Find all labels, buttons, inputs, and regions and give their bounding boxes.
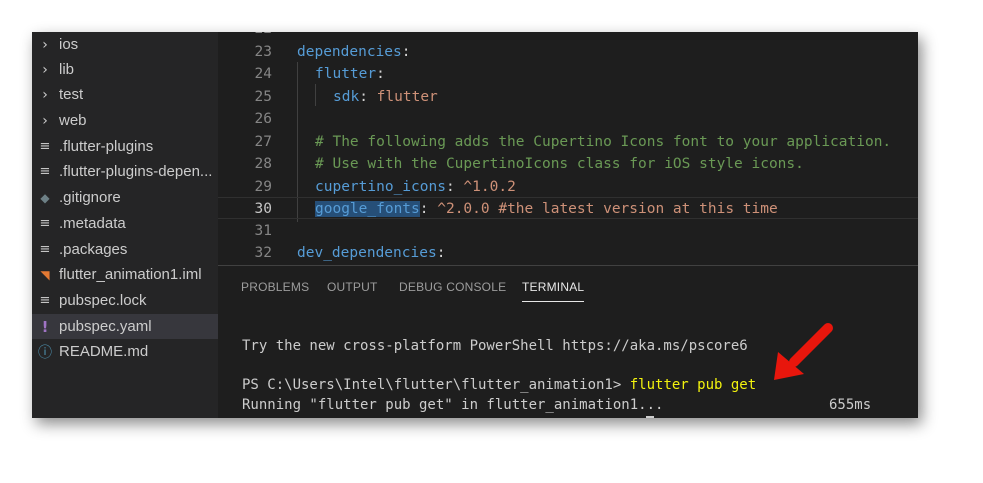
exclamation-icon: ! [41, 317, 49, 336]
red-arrow-annotation [774, 323, 833, 380]
tab-output[interactable]: OUTPUT [327, 280, 378, 294]
lines-file-icon: ≡ [39, 139, 51, 154]
code-line: 32 dev_dependencies: [218, 242, 918, 264]
yaml-punct: : [401, 44, 411, 60]
line-number: 32 [254, 245, 272, 261]
terminal-line: Try the new cross-platform PowerShell ht… [242, 338, 748, 354]
explorer-item-readme[interactable]: ⓘ README.md [32, 339, 218, 364]
explorer-item-pubspec-lock[interactable]: ≡ pubspec.lock [32, 288, 218, 313]
chevron-right-icon: › [42, 112, 48, 129]
current-code-line: 30 google_fonts: ^2.0.0 #the latest versi… [218, 197, 918, 219]
explorer-item-label: flutter_animation1.iml [59, 266, 202, 283]
line-number: 24 [254, 66, 272, 82]
yaml-key: cupertino_icons [315, 179, 446, 195]
info-icon: ⓘ [38, 344, 52, 361]
code-line: 24 flutter: [218, 63, 918, 85]
line-number: 23 [254, 44, 272, 60]
explorer-item-label: web [59, 112, 87, 129]
code-line: 27 # The following adds the Cupertino Ico… [218, 131, 918, 153]
yaml-value: flutter [376, 89, 438, 105]
yaml-punct: : [376, 66, 385, 82]
explorer-item-ios[interactable]: › ios [32, 32, 218, 57]
rss-icon: ◥ [40, 267, 50, 282]
code-line: 31 [218, 220, 918, 242]
terminal-timing: 655ms [829, 397, 872, 413]
yaml-comment: # Use with the CupertinoIcons class for … [315, 156, 804, 172]
chevron-right-icon: › [42, 36, 48, 53]
explorer-item-flutter-plugins-dependencies[interactable]: ≡ .flutter-plugins-depen... [32, 159, 218, 184]
terminal-prompt: PS C:\Users\Intel\flutter\flutter_animat… [242, 377, 630, 393]
yaml-key-selected: google_fonts [315, 201, 420, 217]
explorer-item-label: .flutter-plugins-depen... [59, 163, 213, 180]
terminal-prompt-line: PS C:\Users\Intel\flutter\flutter_animat… [242, 377, 756, 393]
explorer-item-label: .flutter-plugins [59, 138, 154, 155]
explorer-item-label: test [59, 86, 84, 103]
tab-debug-console[interactable]: DEBUG CONSOLE [399, 280, 506, 294]
explorer-item-label: .packages [59, 241, 128, 258]
explorer-item-iml[interactable]: ◥ flutter_animation1.iml [32, 262, 218, 287]
tab-terminal[interactable]: TERMINAL [522, 280, 585, 302]
terminal-output: Running "flutter pub get" in flutter_ani… [242, 397, 664, 413]
explorer-item-label: README.md [59, 343, 149, 360]
line-number: 27 [254, 134, 272, 150]
line-number: 22 [240, 32, 272, 40]
yaml-punct: : [359, 89, 377, 105]
code-line: 25 sdk: flutter [218, 86, 918, 108]
explorer-item-label: lib [59, 61, 75, 78]
yaml-key: sdk [333, 89, 360, 105]
terminal-cursor [646, 416, 654, 418]
code-line: 23 dependencies: [218, 41, 918, 63]
code-line: 22 [218, 32, 918, 40]
explorer-item-packages[interactable]: ≡ .packages [32, 237, 218, 262]
code-line: 29 cupertino_icons: ^1.0.2 [218, 176, 918, 198]
explorer-item-label: .metadata [59, 215, 126, 232]
yaml-punct: : [445, 179, 464, 195]
yaml-key: dependencies [297, 44, 402, 60]
explorer-item-metadata[interactable]: ≡ .metadata [32, 211, 218, 236]
explorer-sidebar: › ios › lib › test › web ≡ .flutter-plugins ≡… [32, 32, 218, 418]
explorer-item-label: .gitignore [59, 189, 121, 206]
yaml-value: ^1.0.2 [463, 179, 516, 195]
terminal-command: flutter pub get [629, 377, 757, 393]
tab-problems[interactable]: PROBLEMS [241, 280, 309, 294]
lines-file-icon: ≡ [39, 164, 51, 179]
line-number: 25 [254, 89, 272, 105]
line-number: 29 [254, 179, 272, 195]
yaml-punct: : [436, 245, 446, 261]
code-line: 28 # Use with the CupertinoIcons class fo… [218, 153, 918, 175]
yaml-comment: # The following adds the Cupertino Icons… [315, 134, 892, 150]
chevron-right-icon: › [42, 86, 48, 103]
explorer-item-pubspec-yaml[interactable]: ! pubspec.yaml [32, 314, 218, 339]
explorer-item-label: pubspec.yaml [59, 318, 152, 335]
explorer-item-web[interactable]: › web [32, 108, 218, 133]
explorer-item-label: pubspec.lock [59, 292, 147, 309]
chevron-right-icon: › [42, 61, 48, 78]
git-diamond-icon: ◆ [40, 190, 50, 205]
lines-file-icon: ≡ [39, 242, 51, 257]
explorer-item-gitignore[interactable]: ◆ .gitignore [32, 185, 218, 210]
yaml-key: flutter [315, 66, 377, 82]
code-editor[interactable]: 22 23 dependencies: 24 flutter: 25 sdk: flu… [218, 32, 918, 265]
lines-file-icon: ≡ [39, 293, 51, 308]
line-number: 30 [254, 201, 272, 217]
yaml-punct: : [419, 201, 438, 217]
yaml-value: ^2.0.0 #the latest version at this time [437, 201, 778, 217]
yaml-key: dev_dependencies [297, 245, 437, 261]
line-number: 28 [254, 156, 272, 172]
code-line: 26 [218, 108, 918, 130]
lines-file-icon: ≡ [39, 216, 51, 231]
line-number: 26 [254, 111, 272, 127]
explorer-item-label: ios [59, 36, 79, 53]
explorer-item-lib[interactable]: › lib [32, 57, 218, 82]
explorer-item-test[interactable]: › test [32, 82, 218, 107]
explorer-item-flutter-plugins[interactable]: ≡ .flutter-plugins [32, 134, 218, 159]
line-number: 31 [254, 223, 272, 239]
arrow-shaft [789, 323, 833, 367]
